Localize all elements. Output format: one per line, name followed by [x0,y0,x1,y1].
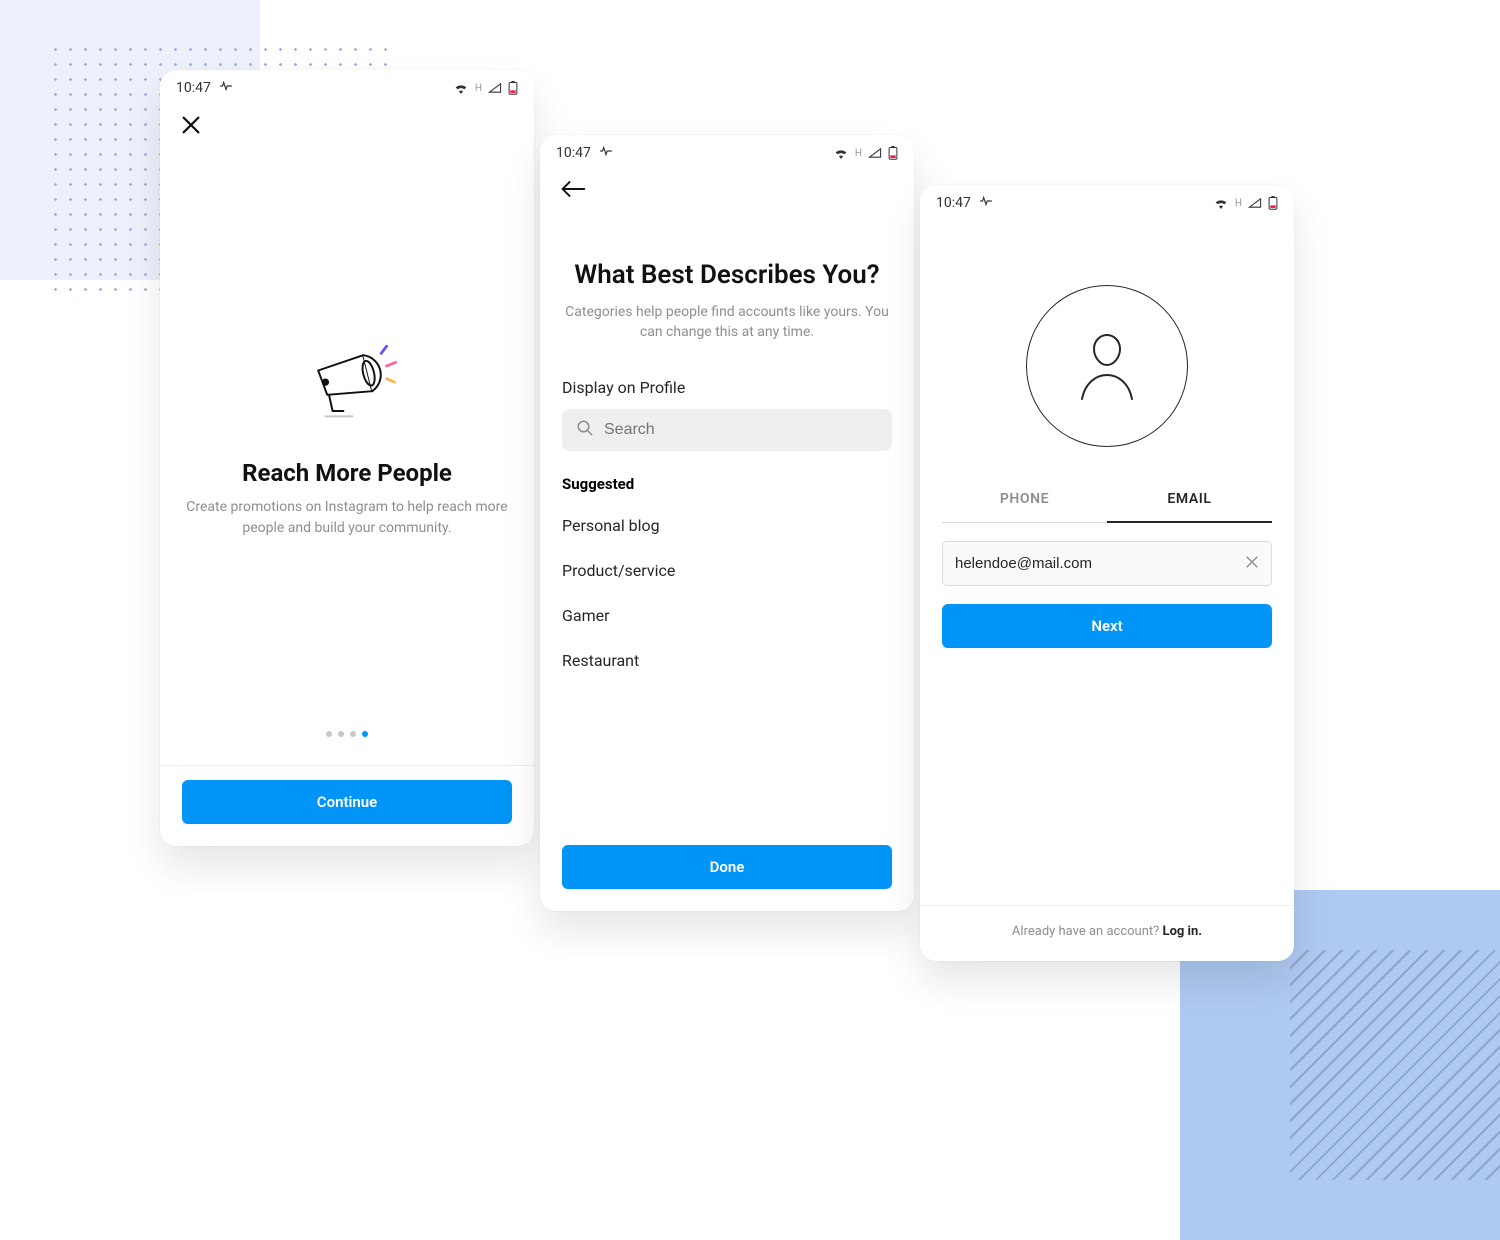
login-prompt: Already have an account? Log in. [942,906,1272,961]
wifi-icon [1213,197,1229,209]
network-h-label: H [1235,198,1242,209]
battery-icon [888,146,898,160]
status-time: 10:47 [936,195,971,211]
arrow-left-icon [560,179,586,199]
category-product-service[interactable]: Product/service [562,548,892,593]
done-button[interactable]: Done [562,845,892,889]
phone-screen-reach-more-people: 10:47 H [160,70,534,846]
back-button[interactable] [540,165,914,209]
status-time: 10:47 [176,80,211,96]
category-personal-blog[interactable]: Personal blog [562,503,892,548]
person-icon [1072,327,1142,405]
search-input[interactable] [562,409,892,451]
network-h-label: H [475,83,482,94]
signal-icon [1248,197,1262,209]
megaphone-icon [292,339,402,433]
status-bar: 10:47 H [920,185,1294,215]
continue-button[interactable]: Continue [182,780,512,824]
category-list: Personal blog Product/service Gamer Rest… [562,503,892,683]
status-bar: 10:47 H [540,135,914,165]
display-on-profile-label: Display on Profile [562,378,892,397]
page-dot-active[interactable] [362,731,368,737]
divider [160,765,534,766]
avatar-placeholder [1026,285,1188,447]
hero-subtitle: Create promotions on Instagram to help r… [182,497,512,538]
wifi-icon [453,82,469,94]
phone-screen-category-select: 10:47 H What Best Describes You? Categor… [540,135,914,911]
tab-phone[interactable]: PHONE [942,477,1107,522]
suggested-header: Suggested [562,475,892,493]
login-link[interactable]: Log in. [1163,924,1203,939]
close-icon [1245,555,1259,569]
battery-icon [1268,196,1278,210]
heart-rate-icon [979,195,993,211]
hero-title: Reach More People [242,459,452,487]
search-field[interactable] [604,421,878,439]
category-restaurant[interactable]: Restaurant [562,638,892,683]
clear-input-button[interactable] [1245,554,1259,573]
status-bar: 10:47 H [160,70,534,100]
email-input[interactable] [942,541,1272,586]
search-icon [576,419,594,441]
page-title: What Best Describes You? [562,259,892,292]
heart-rate-icon [599,145,613,161]
close-icon [180,114,202,136]
background-lines [1290,950,1500,1180]
email-field[interactable] [955,555,1237,572]
login-prompt-text: Already have an account? [1012,924,1163,939]
category-gamer[interactable]: Gamer [562,593,892,638]
hero-section: Reach More People Create promotions on I… [182,146,512,731]
wifi-icon [833,147,849,159]
pagination-dots [182,731,512,765]
next-button[interactable]: Next [942,604,1272,648]
heart-rate-icon [219,80,233,96]
battery-icon [508,81,518,95]
page-dot[interactable] [350,731,356,737]
page-dot[interactable] [338,731,344,737]
close-button[interactable] [160,100,534,146]
tab-email[interactable]: EMAIL [1107,477,1272,523]
phone-screen-signup-email: 10:47 H PHONE EMAIL [920,185,1294,961]
network-h-label: H [855,148,862,159]
page-subtitle: Categories help people find accounts lik… [562,302,892,343]
signal-icon [488,82,502,94]
contact-tabs: PHONE EMAIL [942,477,1272,523]
page-dot[interactable] [326,731,332,737]
status-time: 10:47 [556,145,591,161]
signal-icon [868,147,882,159]
